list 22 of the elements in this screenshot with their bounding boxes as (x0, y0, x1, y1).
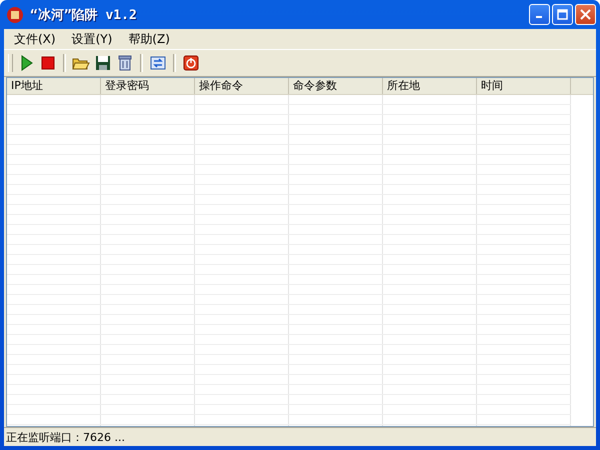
menu-item[interactable]: 文件(X) (6, 30, 64, 48)
menu-item[interactable]: 设置(Y) (64, 30, 120, 48)
window-title: “冰河”陷阱 v1.2 (30, 6, 138, 24)
column-header[interactable]: 操作命令 (195, 78, 289, 94)
status-text: 正在监听端口：7626 ... (6, 430, 125, 444)
column-header[interactable]: 所在地 (383, 78, 477, 94)
power-icon[interactable] (182, 54, 200, 72)
column-header[interactable]: 命令参数 (289, 78, 383, 94)
close-icon (580, 9, 591, 20)
app-icon (6, 6, 24, 24)
column-header[interactable]: IP地址 (7, 78, 101, 94)
refresh-icon[interactable] (149, 54, 167, 72)
column-header[interactable]: 登录密码 (101, 78, 195, 94)
close-button[interactable] (575, 4, 596, 25)
menu-item[interactable]: 帮助(Z) (120, 30, 178, 48)
save-icon[interactable] (94, 54, 112, 72)
column-header[interactable]: 时间 (477, 78, 571, 94)
stop-icon[interactable] (39, 54, 57, 72)
maximize-button[interactable] (552, 4, 573, 25)
maximize-icon (557, 9, 568, 20)
trash-icon[interactable] (116, 54, 134, 72)
minimize-button[interactable] (529, 4, 550, 25)
